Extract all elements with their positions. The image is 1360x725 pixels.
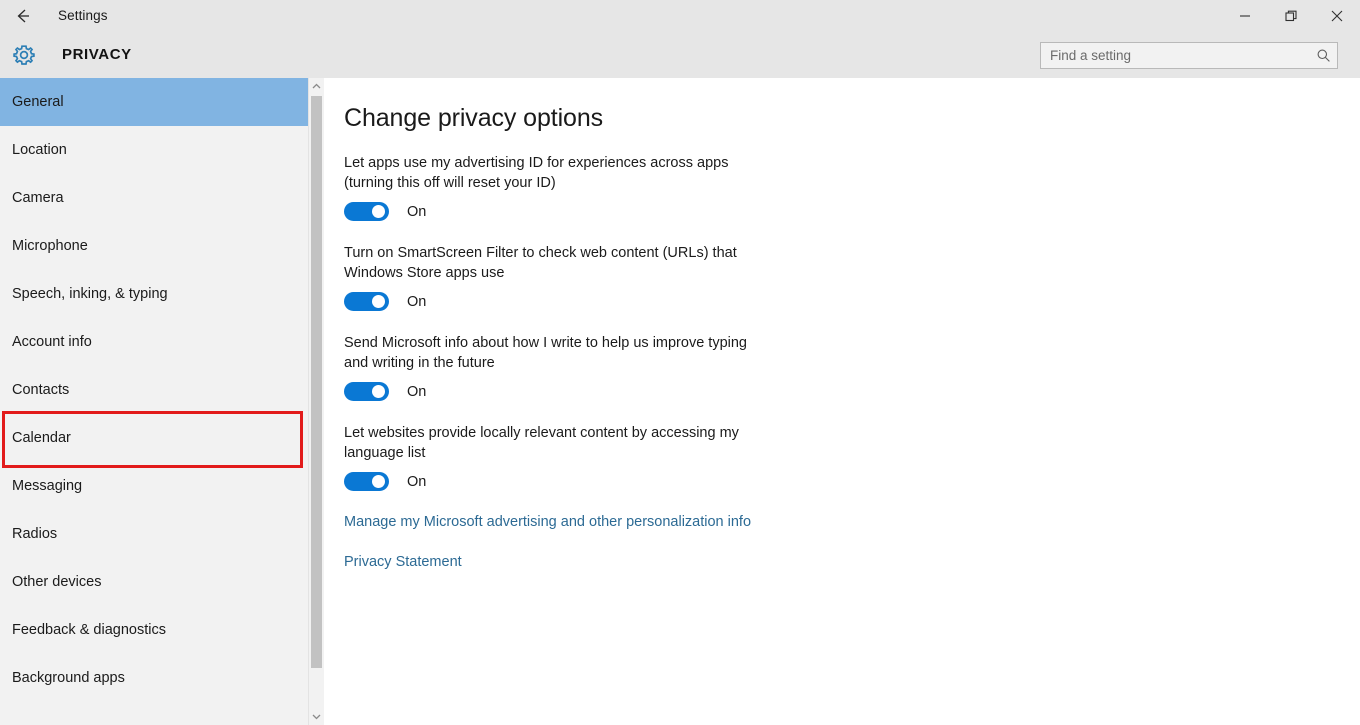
back-button[interactable] bbox=[0, 0, 46, 32]
sidebar-item-label: Camera bbox=[12, 190, 64, 206]
sidebar-item-label: General bbox=[12, 94, 64, 110]
toggle-knob bbox=[372, 385, 385, 398]
sidebar-item-label: Feedback & diagnostics bbox=[12, 622, 166, 638]
close-button[interactable] bbox=[1314, 0, 1360, 32]
restore-icon bbox=[1285, 10, 1297, 22]
toggle-row: On bbox=[344, 202, 774, 221]
setting-typing-writing-info: Send Microsoft info about how I write to… bbox=[344, 333, 774, 401]
sidebar-item-label: Background apps bbox=[12, 670, 125, 686]
gear-icon bbox=[11, 42, 37, 68]
page-header: PRIVACY bbox=[0, 32, 1360, 78]
advertising-id-toggle[interactable] bbox=[344, 202, 389, 221]
title-bar: Settings bbox=[0, 0, 1360, 32]
sidebar-item-camera[interactable]: Camera bbox=[0, 174, 308, 222]
setting-label: Let websites provide locally relevant co… bbox=[344, 425, 739, 461]
sidebar-item-label: Account info bbox=[12, 334, 92, 350]
sidebar-item-label: Location bbox=[12, 142, 67, 158]
sidebar-item-label: Other devices bbox=[12, 574, 102, 590]
sidebar-item-location[interactable]: Location bbox=[0, 126, 308, 174]
sidebar-item-label: Radios bbox=[12, 526, 58, 542]
sidebar-item-radios[interactable]: Radios bbox=[0, 510, 308, 558]
toggle-state-label: On bbox=[407, 203, 427, 220]
chevron-down-icon bbox=[312, 713, 321, 720]
sidebar-item-account-info[interactable]: Account info bbox=[0, 318, 308, 366]
scroll-down-button[interactable] bbox=[309, 708, 324, 725]
toggle-state-label: On bbox=[407, 383, 427, 400]
toggle-knob bbox=[372, 205, 385, 218]
sidebar-item-other-devices[interactable]: Other devices bbox=[0, 558, 308, 606]
restore-button[interactable] bbox=[1268, 0, 1314, 32]
manage-advertising-link[interactable]: Manage my Microsoft advertising and othe… bbox=[344, 514, 751, 530]
setting-advertising-id: Let apps use my advertising ID for exper… bbox=[344, 153, 774, 221]
smartscreen-filter-toggle[interactable] bbox=[344, 292, 389, 311]
typing-writing-info-toggle[interactable] bbox=[344, 382, 389, 401]
sidebar-item-microphone[interactable]: Microphone bbox=[0, 222, 308, 270]
main-content: Change privacy options Let apps use my a… bbox=[324, 78, 1360, 725]
setting-label: Send Microsoft info about how I write to… bbox=[344, 335, 747, 371]
close-icon bbox=[1331, 10, 1343, 22]
sidebar-item-label: Speech, inking, & typing bbox=[12, 286, 168, 302]
toggle-row: On bbox=[344, 382, 774, 401]
toggle-knob bbox=[372, 475, 385, 488]
toggle-row: On bbox=[344, 292, 774, 311]
toggle-row: On bbox=[344, 472, 774, 491]
sidebar-item-label: Microphone bbox=[12, 238, 88, 254]
sidebar-item-messaging[interactable]: Messaging bbox=[0, 462, 308, 510]
sidebar-item-label: Contacts bbox=[12, 382, 70, 398]
setting-label: Turn on SmartScreen Filter to check web … bbox=[344, 245, 737, 281]
search-input[interactable] bbox=[1041, 43, 1309, 68]
search-icon[interactable] bbox=[1309, 43, 1337, 68]
search-box[interactable] bbox=[1040, 42, 1338, 69]
toggle-knob bbox=[372, 295, 385, 308]
sidebar-item-label: Messaging bbox=[12, 478, 83, 494]
sidebar-item-calendar[interactable]: Calendar bbox=[0, 414, 308, 462]
sidebar-item-label: Calendar bbox=[12, 430, 71, 446]
sidebar-nav: General Location Camera Microphone Speec… bbox=[0, 78, 308, 725]
sidebar-item-background-apps[interactable]: Background apps bbox=[0, 654, 308, 702]
sidebar-item-general[interactable]: General bbox=[0, 78, 308, 126]
page-title: PRIVACY bbox=[62, 46, 132, 63]
sidebar-item-speech-inking-typing[interactable]: Speech, inking, & typing bbox=[0, 270, 308, 318]
toggle-state-label: On bbox=[407, 473, 427, 490]
settings-window: Settings PRIVACY Find a setting General … bbox=[0, 0, 1360, 725]
sidebar-scrollbar[interactable] bbox=[308, 78, 324, 725]
window-controls bbox=[1222, 0, 1360, 32]
window-title: Settings bbox=[58, 8, 108, 23]
scroll-up-button[interactable] bbox=[309, 78, 324, 95]
back-arrow-icon bbox=[13, 6, 33, 26]
language-list-toggle[interactable] bbox=[344, 472, 389, 491]
sidebar-item-contacts[interactable]: Contacts bbox=[0, 366, 308, 414]
setting-label: Let apps use my advertising ID for exper… bbox=[344, 155, 729, 191]
scrollbar-thumb[interactable] bbox=[311, 96, 322, 668]
setting-smartscreen-filter: Turn on SmartScreen Filter to check web … bbox=[344, 243, 774, 311]
setting-language-list: Let websites provide locally relevant co… bbox=[344, 423, 774, 491]
chevron-up-icon bbox=[312, 83, 321, 90]
minimize-button[interactable] bbox=[1222, 0, 1268, 32]
privacy-statement-link[interactable]: Privacy Statement bbox=[344, 554, 462, 570]
sidebar-item-feedback-diagnostics[interactable]: Feedback & diagnostics bbox=[0, 606, 308, 654]
toggle-state-label: On bbox=[407, 293, 427, 310]
minimize-icon bbox=[1239, 10, 1251, 22]
content-heading: Change privacy options bbox=[344, 104, 604, 132]
